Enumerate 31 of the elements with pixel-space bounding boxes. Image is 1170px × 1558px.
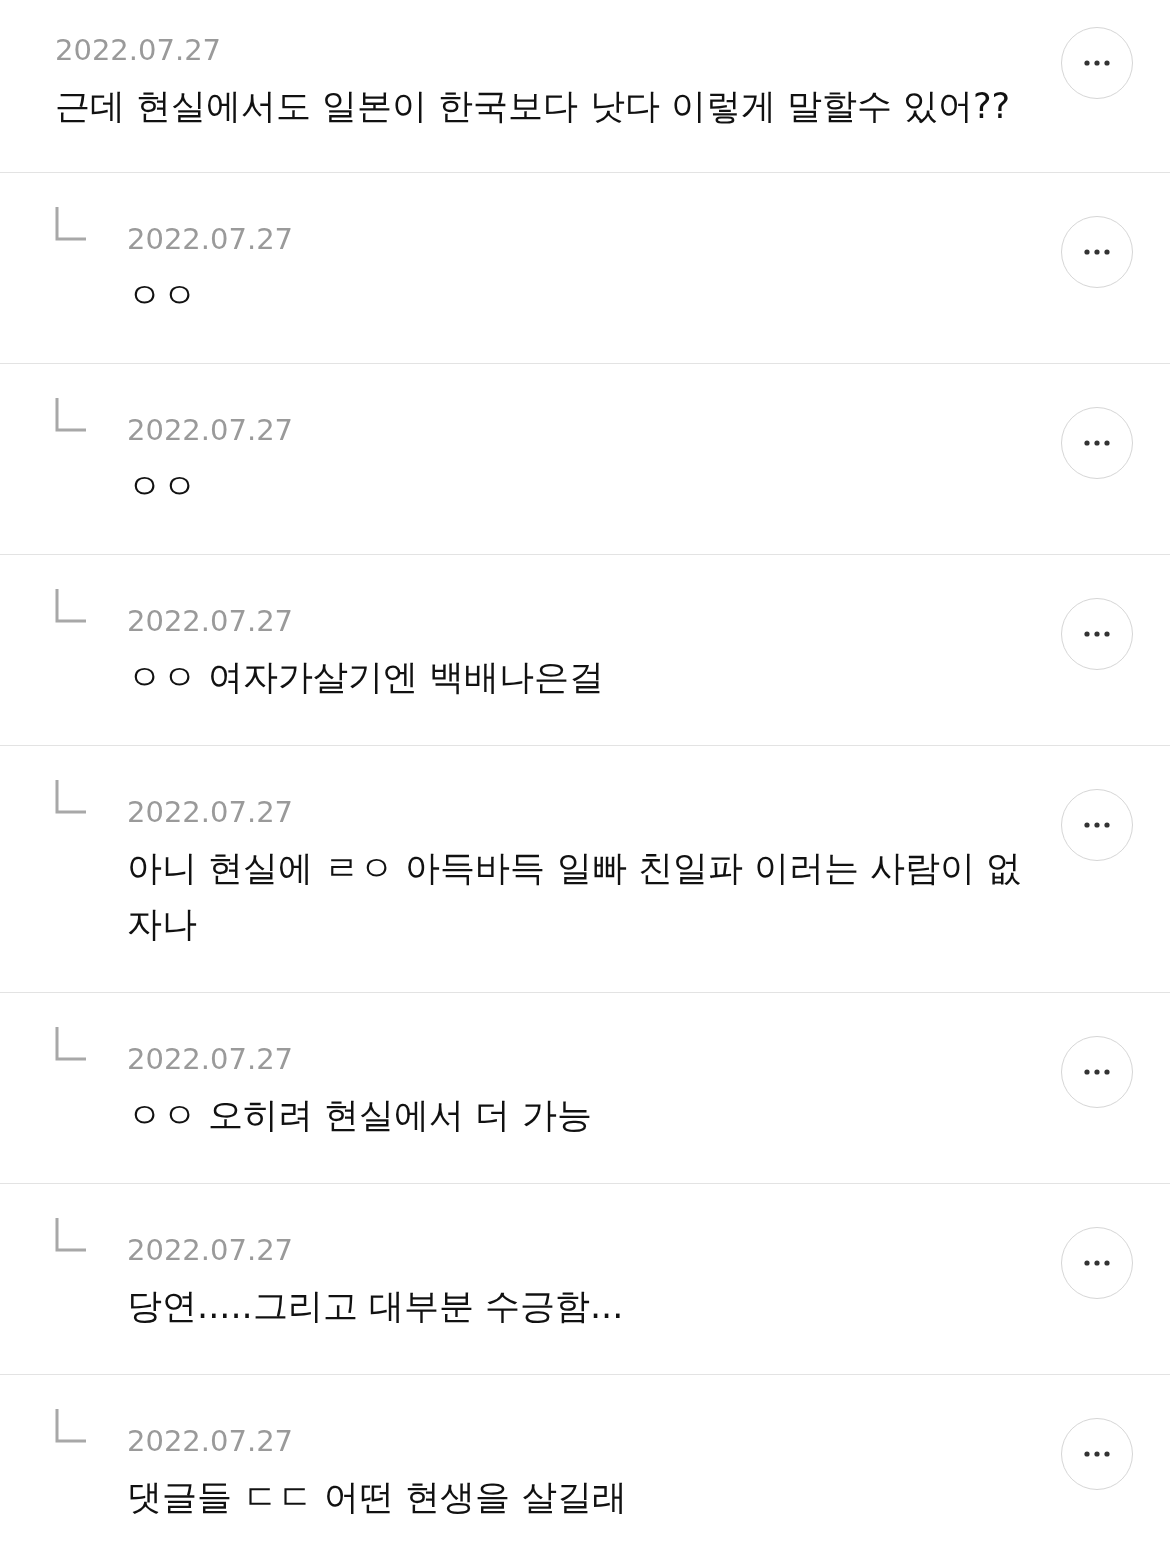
comment-text: 댓글들 ㄷㄷ 어떤 현생을 살길래: [127, 1476, 628, 1519]
more-icon: [1084, 60, 1110, 66]
comment-date: 2022.07.27: [127, 1041, 295, 1078]
comment-date: 2022.07.27: [127, 221, 295, 258]
reply-indent-icon: [55, 780, 87, 814]
comment-date: 2022.07.27: [127, 1232, 295, 1269]
more-icon: [1084, 822, 1110, 828]
reply-indent-icon: [55, 207, 87, 241]
reply-indent-icon: [55, 398, 87, 432]
comment-text: 당연.....그리고 대부분 수긍함...: [127, 1285, 625, 1328]
comment-text: ㅇㅇ: [127, 465, 198, 508]
comment-text: 아니 현실에 ㄹㅇ 아득바득 일빠 친일파 이러는 사람이 없자나: [127, 847, 1022, 946]
comment-date: 2022.07.27: [55, 32, 223, 69]
comment-date: 2022.07.27: [127, 1423, 295, 1460]
more-icon: [1084, 1069, 1110, 1075]
comment-date: 2022.07.27: [127, 603, 295, 640]
comment-text: ㅇㅇ 여자가살기엔 백배나은걸: [127, 656, 606, 699]
comment-text: ㅇㅇ 오히려 현실에서 더 가능: [127, 1094, 593, 1137]
comment-text: 근데 현실에서도 일본이 한국보다 낫다 이렇게 말할수 있어??: [55, 85, 1012, 128]
reply-indent-icon: [55, 1027, 87, 1061]
comment-date: 2022.07.27: [127, 794, 295, 831]
reply-indent-icon: [55, 1218, 87, 1252]
reply-indent-icon: [55, 589, 87, 623]
more-icon: [1084, 1260, 1110, 1266]
more-icon: [1084, 1451, 1110, 1457]
more-icon: [1084, 440, 1110, 446]
comment-date: 2022.07.27: [127, 412, 295, 449]
more-icon: [1084, 631, 1110, 637]
comment-text: ㅇㅇ: [127, 274, 198, 317]
more-icon: [1084, 249, 1110, 255]
reply-indent-icon: [55, 1409, 87, 1443]
